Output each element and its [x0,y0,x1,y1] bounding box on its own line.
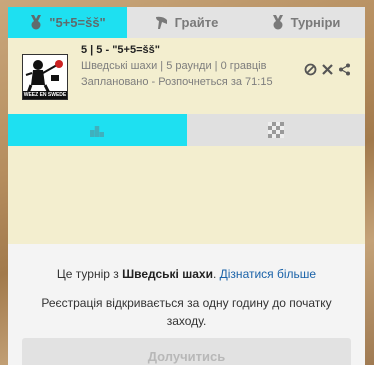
close-icon[interactable] [321,63,334,76]
learn-more-link[interactable]: Дізнатися більше [220,267,316,281]
chessboard-icon [267,122,284,138]
tab-play[interactable]: Грайте [127,7,246,38]
tab-tournament-label: "5+5=šš" [49,15,106,30]
top-nav: "5+5=šš" Грайте Турніри [8,7,365,38]
tournament-logo: WEEZ EN SWEDE [22,54,68,100]
tab-tournaments[interactable]: Турніри [246,7,365,38]
variant-info: Це турнір з Шведські шахи. Дізнатися біл… [8,267,365,281]
medal-icon [272,15,283,30]
tab-games[interactable] [186,114,365,146]
variant-name: Шведські шахи [122,267,213,281]
logo-text: WEEZ EN SWEDE [23,92,67,98]
tab-play-label: Грайте [174,15,219,30]
standings-area [8,146,365,244]
tournament-title: 5 | 5 - "5+5=šš" [81,44,160,56]
share-icon[interactable] [338,63,351,76]
tournament-details: Шведські шахи | 5 раунди | 0 гравців [81,60,267,72]
tab-standings[interactable] [8,114,187,146]
card-actions [304,63,351,76]
tab-tournaments-label: Турніри [290,15,341,30]
tournament-card: WEEZ EN SWEDE 5 | 5 - "5+5=šš" Шведські … [8,38,365,114]
sub-tabs [8,114,365,146]
variant-separator: . [212,267,220,281]
variant-prefix: Це турнір з [56,267,123,281]
tournament-status: Заплановано - Розпочнеться за 71:15 [81,76,273,88]
join-button[interactable]: Долучитись [22,338,351,365]
medal-icon [31,15,42,30]
info-section: Це турнір з Шведські шахи. Дізнатися біл… [8,244,365,365]
tab-tournament[interactable]: "5+5=šš" [8,7,127,38]
tournament-panel: "5+5=šš" Грайте Турніри WEEZ EN SWEDE 5 … [8,7,365,365]
horn-icon [155,16,167,29]
podium-icon [90,126,105,137]
block-icon[interactable] [304,63,317,76]
registration-note: Реєстрація відкривається за одну годину … [41,296,332,328]
